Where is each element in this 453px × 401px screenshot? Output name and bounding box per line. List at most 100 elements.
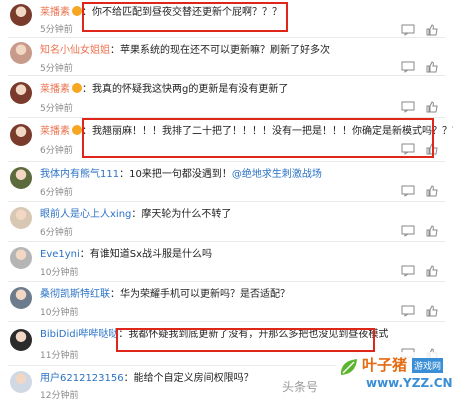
comment-item: 我体内有熊气111：10来把一句都没遇到！@绝地求生刺激战场 6分钟前 (0, 161, 453, 203)
username[interactable]: 眼前人是心上人xing (40, 209, 131, 220)
mention-link[interactable]: @绝地求生刺激战场 (232, 169, 322, 180)
comment-actions (401, 61, 439, 73)
leaf-icon (340, 359, 357, 375)
comment-item: 莱播素 ：我翘丽麻！！！我排了二十把了！！！！没有一把是！！！你确定是新模式吗？？… (0, 117, 453, 161)
username[interactable]: 莱播素 (40, 84, 70, 95)
comment-text: 莱播素 ：我翘丽麻！！！我排了二十把了！！！！没有一把是！！！你确定是新模式吗？？… (40, 125, 453, 138)
username[interactable]: Eve1yni (40, 249, 80, 260)
avatar[interactable] (10, 167, 32, 189)
reply-icon[interactable] (401, 305, 415, 317)
username[interactable]: 桑彻凯斯特红联 (40, 289, 110, 300)
username[interactable]: 知名小仙女姐姐 (40, 45, 110, 56)
comment-actions (401, 143, 439, 155)
avatar[interactable] (10, 371, 32, 393)
avatar[interactable] (10, 42, 32, 64)
comment-time: 5分钟前 (40, 64, 73, 74)
like-icon[interactable] (425, 143, 439, 155)
divider (8, 75, 445, 76)
reply-icon[interactable] (401, 225, 415, 237)
comment-body: ：你不给匹配到昼夜交替还更新个屁啊？？？ (82, 7, 282, 18)
comment-time: 6分钟前 (40, 188, 73, 198)
comment-body: ：我真的怀疑我这快两g的更新是有没有更新了 (82, 84, 289, 95)
comment-text: 眼前人是心上人xing：摩天轮为什么不转了 (40, 208, 441, 221)
comment-text: 莱播素 ：你不给匹配到昼夜交替还更新个屁啊？？？ (40, 6, 441, 19)
comment-body: ：华为荣耀手机可以更新吗？是否适配？ (110, 289, 290, 300)
username[interactable]: 我体内有熊气111 (40, 169, 119, 180)
divider (8, 241, 445, 242)
comment-time: 10分钟前 (40, 268, 79, 278)
comment-body: ：能给个自定义房间权限吗？ (123, 373, 254, 384)
comment-time: 6分钟前 (40, 146, 73, 156)
reply-icon[interactable] (401, 101, 415, 113)
comment-time: 11分钟前 (40, 351, 79, 361)
comment-time: 6分钟前 (40, 228, 73, 238)
divider (8, 321, 445, 322)
comment-actions (401, 24, 439, 36)
reply-icon[interactable] (401, 265, 415, 277)
like-icon[interactable] (425, 265, 439, 277)
avatar[interactable] (10, 207, 32, 229)
avatar[interactable] (10, 124, 32, 146)
comment-actions (401, 305, 439, 317)
comment-item: 莱播素 ：我真的怀疑我这快两g的更新是有没有更新了 5分钟前 (0, 75, 453, 119)
comment-actions (401, 225, 439, 237)
username[interactable]: 莱播素 (40, 7, 70, 18)
comment-text: BibiDidi哔哔哒哒：我都怀疑我到底更新了没有，开那么多把也没见到昼夜模式 (40, 328, 441, 341)
comment-item: 莱播素 ：你不给匹配到昼夜交替还更新个屁啊？？？ 5分钟前 (0, 0, 453, 42)
comment-text: 桑彻凯斯特红联：华为荣耀手机可以更新吗？是否适配？ (40, 288, 441, 301)
comment-body: ：我翘丽麻！！！我排了二十把了！！！！没有一把是！！！你确定是新模式吗？？？ (82, 126, 453, 137)
comment-time: 5分钟前 (40, 25, 73, 35)
divider (8, 117, 445, 118)
divider (8, 281, 445, 282)
divider (8, 201, 445, 202)
watermark-url: www.YZZ.CN (366, 376, 453, 390)
like-icon[interactable] (425, 185, 439, 197)
like-icon[interactable] (425, 225, 439, 237)
reply-icon[interactable] (401, 143, 415, 155)
comment-time: 10分钟前 (40, 308, 79, 318)
avatar[interactable] (10, 247, 32, 269)
comment-actions (401, 185, 439, 197)
reply-icon[interactable] (401, 24, 415, 36)
comment-item: 眼前人是心上人xing：摩天轮为什么不转了 6分钟前 (0, 201, 453, 243)
like-icon[interactable] (425, 61, 439, 73)
vip-badge-icon (72, 6, 82, 16)
comment-text: 我体内有熊气111：10来把一句都没遇到！@绝地求生刺激战场 (40, 168, 441, 181)
comment-actions (401, 101, 439, 113)
comment-actions (401, 265, 439, 277)
comment-text: 知名小仙女姐姐：苹果系统的现在还不可以更新嘛？刷新了好多次 (40, 44, 441, 57)
avatar[interactable] (10, 4, 32, 26)
comment-feed: 莱播素 ：你不给匹配到昼夜交替还更新个屁啊？？？ 5分钟前 知名小仙女姐姐：苹果系… (0, 0, 453, 401)
comment-item: 桑彻凯斯特红联：华为荣耀手机可以更新吗？是否适配？ 10分钟前 (0, 281, 453, 323)
watermark-sub: 游戏网 (412, 358, 444, 373)
username[interactable]: BibiDidi哔哔哒哒 (40, 329, 118, 340)
avatar[interactable] (10, 329, 32, 351)
watermark-brand: 叶子猪 (362, 356, 408, 374)
like-icon[interactable] (425, 101, 439, 113)
comment-body: ：我都怀疑我到底更新了没有，开那么多把也没见到昼夜模式 (118, 329, 389, 340)
avatar[interactable] (10, 82, 32, 104)
avatar[interactable] (10, 287, 32, 309)
comment-text: Eve1yni：有谁知道Sx战斗服是什么吗 (40, 248, 441, 261)
watermark-source: 头条号 (282, 380, 319, 394)
vip-badge-icon (72, 83, 82, 93)
comment-item: 知名小仙女姐姐：苹果系统的现在还不可以更新嘛？刷新了好多次 5分钟前 (0, 37, 453, 77)
divider (8, 161, 445, 162)
watermark-logo: 叶子猪 游戏网 www.YZZ.CN (336, 352, 453, 396)
comment-time: 12分钟前 (40, 391, 79, 401)
comment-body: ：摩天轮为什么不转了 (131, 209, 232, 220)
like-icon[interactable] (425, 24, 439, 36)
comment-body: ：有谁知道Sx战斗服是什么吗 (79, 249, 213, 260)
comment-text: 莱播素 ：我真的怀疑我这快两g的更新是有没有更新了 (40, 83, 441, 96)
like-icon[interactable] (425, 305, 439, 317)
vip-badge-icon (72, 125, 82, 135)
reply-icon[interactable] (401, 61, 415, 73)
divider (8, 37, 445, 38)
username[interactable]: 用户6212123156 (40, 373, 124, 384)
comment-item: Eve1yni：有谁知道Sx战斗服是什么吗 10分钟前 (0, 241, 453, 283)
comment-body: ：10来把一句都没遇到！ (119, 169, 232, 180)
username[interactable]: 莱播素 (40, 126, 70, 137)
comment-time: 5分钟前 (40, 104, 73, 114)
reply-icon[interactable] (401, 185, 415, 197)
comment-body: ：苹果系统的现在还不可以更新嘛？刷新了好多次 (110, 45, 330, 56)
